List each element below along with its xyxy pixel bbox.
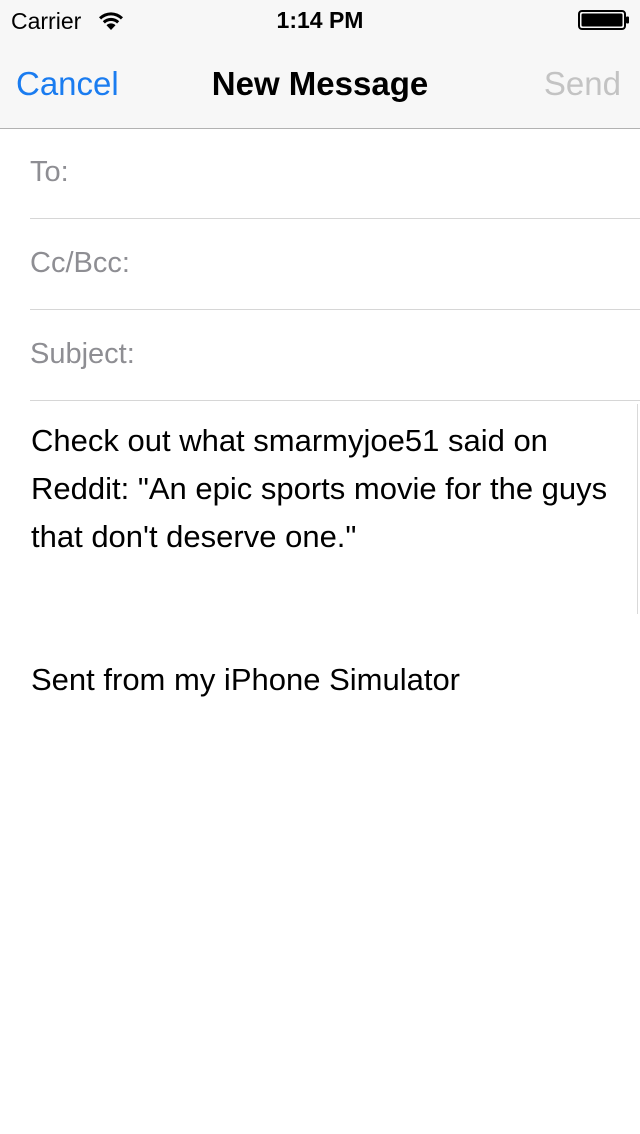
ccbcc-field-row[interactable]: Cc/Bcc: <box>30 219 640 310</box>
to-label: To: <box>30 156 69 188</box>
battery-icon <box>578 10 629 30</box>
to-input[interactable] <box>82 146 630 198</box>
ccbcc-input[interactable] <box>146 237 630 289</box>
to-field-row[interactable]: To: <box>30 128 640 219</box>
scroll-indicator <box>637 404 638 614</box>
send-button[interactable]: Send <box>544 64 621 104</box>
message-body[interactable]: Check out what smarmyjoe51 said on Reddi… <box>31 417 621 561</box>
ccbcc-label: Cc/Bcc: <box>30 247 130 279</box>
status-time: 1:14 PM <box>276 7 364 33</box>
message-signature[interactable]: Sent from my iPhone Simulator <box>31 656 460 704</box>
compose-screen: Carrier 1:14 PM Cancel New Message Send … <box>0 0 640 1134</box>
subject-label: Subject: <box>30 338 135 370</box>
subject-field-row[interactable]: Subject: <box>30 310 640 401</box>
subject-input[interactable] <box>150 328 630 380</box>
navigation-header: Carrier 1:14 PM Cancel New Message Send <box>0 0 640 129</box>
